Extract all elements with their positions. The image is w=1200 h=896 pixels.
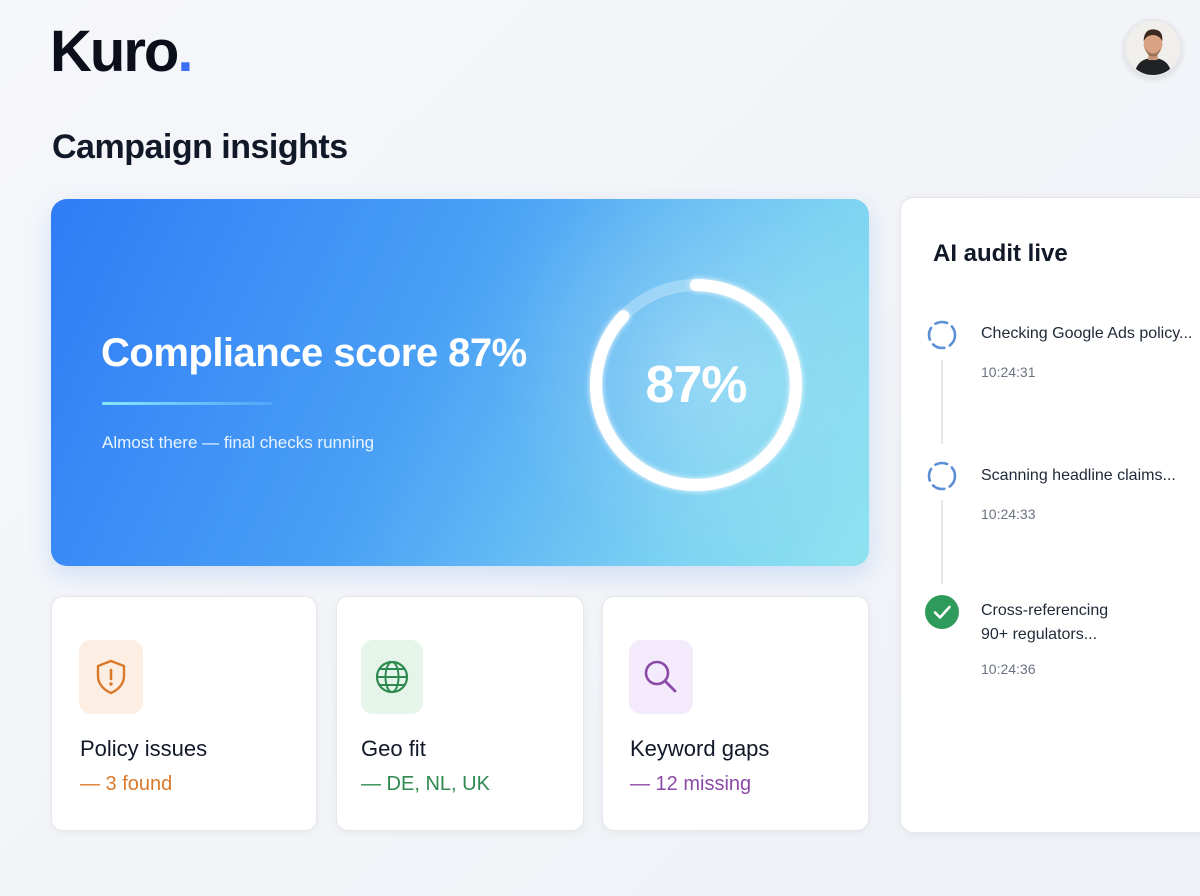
search-icon xyxy=(629,640,693,714)
card-title: Policy issues xyxy=(80,736,208,761)
avatar[interactable] xyxy=(1124,19,1182,77)
audit-step-time: 10:24:33 xyxy=(981,506,1036,522)
audit-step-text-line2: 90+ regulators... xyxy=(981,626,1098,643)
ai-audit-panel: AI audit live Checking Google Ads policy… xyxy=(900,197,1200,833)
audit-step-time: 10:24:31 xyxy=(981,364,1036,380)
card-title: Keyword gaps xyxy=(630,736,770,761)
brand-logo[interactable]: Kuro. xyxy=(50,19,193,84)
shield-alert-icon xyxy=(79,640,143,714)
hero-divider xyxy=(102,402,272,405)
timeline-connector xyxy=(941,360,943,444)
card-detail: — 3 found xyxy=(80,773,173,795)
brand-name: Kuro xyxy=(50,19,179,84)
compliance-score-card[interactable]: Compliance score 87% Almost there — fina… xyxy=(51,199,869,566)
audit-step-text: Scanning headline claims... xyxy=(981,467,1176,484)
spinner-icon xyxy=(925,318,959,352)
compliance-score-ring: 87% xyxy=(583,272,809,498)
audit-title: AI audit live xyxy=(933,240,1068,267)
timeline-connector xyxy=(941,500,943,584)
spinner-icon xyxy=(925,459,959,493)
avatar-image xyxy=(1126,21,1180,75)
compliance-score-subtitle: Almost there — final checks running xyxy=(102,433,375,452)
compliance-score-title: Compliance score 87% xyxy=(101,331,527,375)
geo-fit-card[interactable]: Geo fit — DE, NL, UK xyxy=(336,596,584,831)
audit-step-time: 10:24:36 xyxy=(981,661,1036,677)
compliance-score-value: 87% xyxy=(645,356,747,414)
keyword-gaps-card[interactable]: Keyword gaps — 12 missing xyxy=(602,596,869,831)
card-title: Geo fit xyxy=(361,736,426,761)
audit-step-text: Cross-referencing 90+ regulators... xyxy=(981,599,1108,647)
card-detail: — DE, NL, UK xyxy=(361,773,490,795)
audit-step-text-line1: Cross-referencing xyxy=(981,602,1109,619)
page-title: Campaign insights xyxy=(52,128,348,166)
brand-dot: . xyxy=(177,19,193,84)
policy-issues-card[interactable]: Policy issues — 3 found xyxy=(51,596,317,831)
check-circle-icon xyxy=(925,595,959,629)
card-detail: — 12 missing xyxy=(630,773,752,795)
audit-step-text: Checking Google Ads policy... xyxy=(981,325,1193,342)
app-root: Kuro. Campaign insights Compliance score… xyxy=(0,0,1200,896)
globe-icon xyxy=(361,640,423,714)
